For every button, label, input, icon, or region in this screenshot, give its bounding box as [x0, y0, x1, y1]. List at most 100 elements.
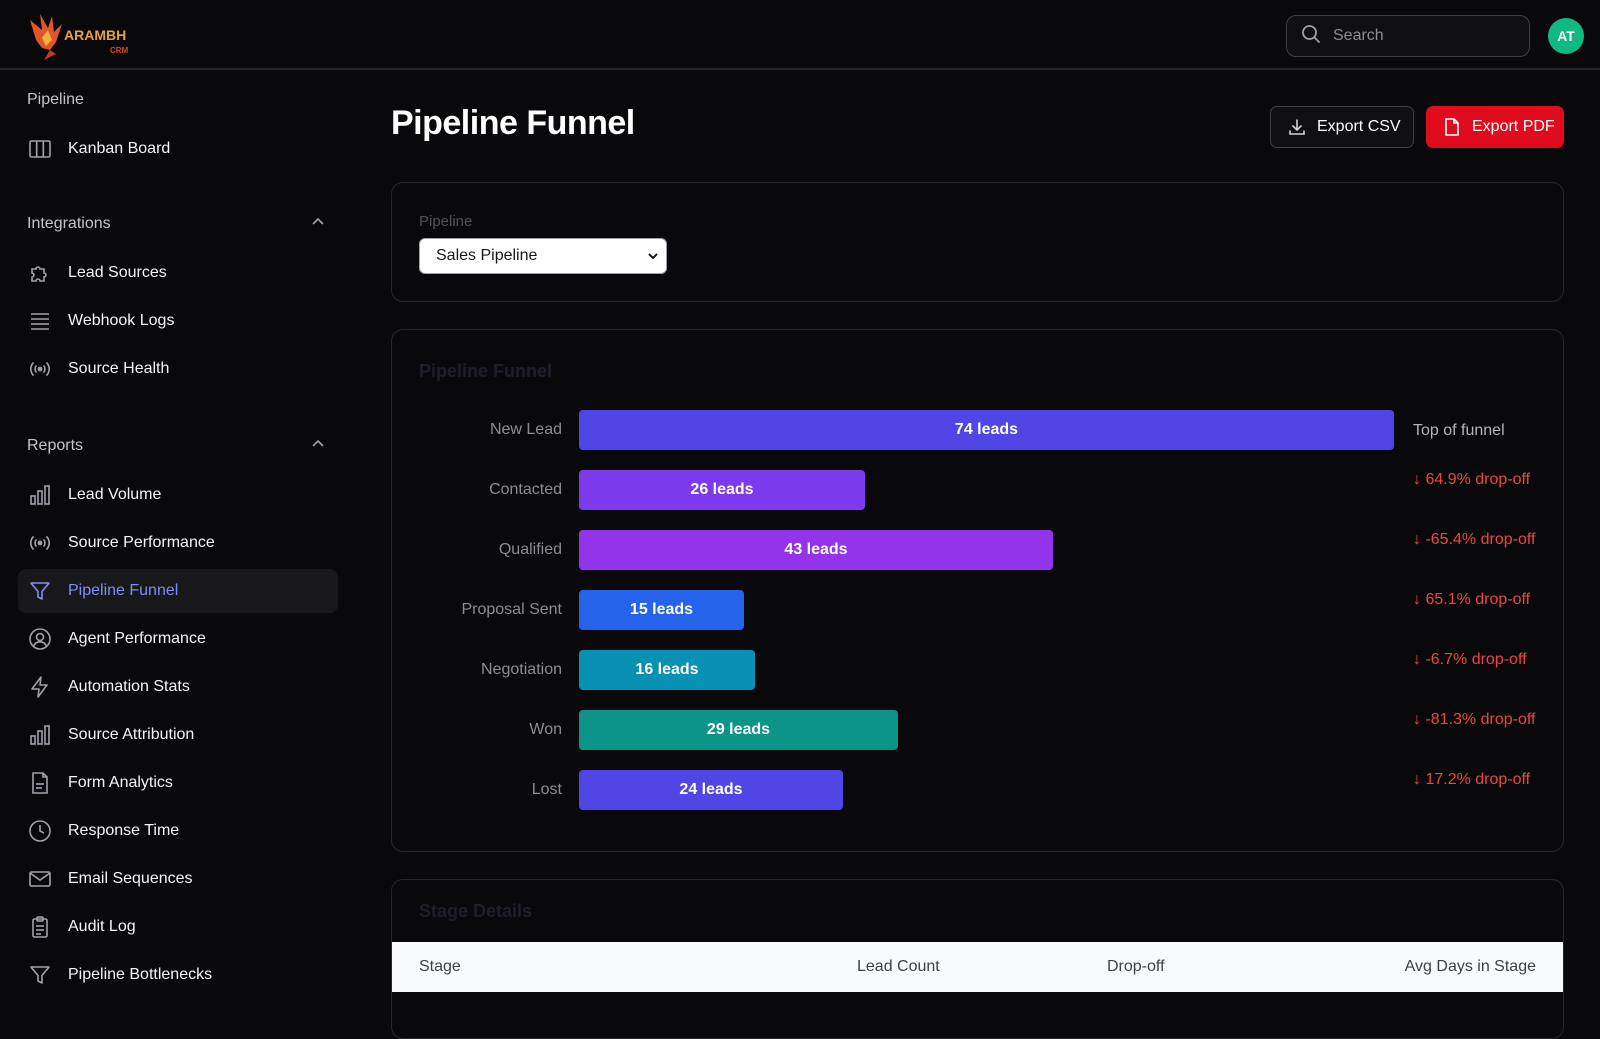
sidebar-item-response-time[interactable]: Response Time: [18, 809, 338, 853]
group-title-pipeline: Pipeline: [27, 91, 84, 108]
bar-value-label: 43 leads: [784, 541, 848, 558]
sidebar-item-label: Lead Volume: [68, 486, 162, 503]
stage-label: Proposal Sent: [461, 601, 562, 618]
bar-value-label: 24 leads: [679, 781, 743, 798]
search-icon: [1301, 24, 1321, 49]
file-icon: [1442, 117, 1462, 137]
user-avatar[interactable]: AT: [1548, 18, 1584, 54]
sidebar-item-label: Source Health: [68, 360, 170, 377]
radio-signal-icon: [28, 531, 52, 555]
column-header-drop-off[interactable]: Drop-off: [1107, 958, 1165, 976]
list-icon: [28, 309, 52, 333]
sidebar-item-label: Email Sequences: [68, 870, 193, 887]
pipeline-select[interactable]: Sales Pipeline: [419, 238, 667, 274]
sidebar-item-label: Pipeline Funnel: [68, 582, 179, 599]
search-input[interactable]: [1331, 26, 1515, 46]
funnel-bar[interactable]: 26 leads: [579, 470, 865, 510]
funnel-card-title: Pipeline Funnel: [419, 361, 553, 381]
column-header-stage[interactable]: Stage: [419, 958, 461, 976]
chevron-up-icon[interactable]: [310, 436, 326, 457]
document-icon: [28, 771, 52, 795]
funnel-bar[interactable]: 74 leads: [579, 410, 1394, 450]
stage-details-title: Stage Details: [419, 901, 533, 921]
stage-label: Qualified: [498, 541, 562, 558]
sidebar-item-automation-stats[interactable]: Automation Stats: [18, 665, 338, 709]
sidebar-item-agent-performance[interactable]: Agent Performance: [18, 617, 338, 661]
top-bar: ARAMBH CRM AT: [0, 0, 1600, 70]
stage-label: Negotiation: [481, 661, 562, 678]
export-pdf-button[interactable]: Export PDF: [1426, 106, 1564, 148]
table-header: Stage Lead Count Drop-off Avg Days in St…: [392, 942, 1563, 992]
sidebar-item-pipeline-funnel[interactable]: Pipeline Funnel: [18, 569, 338, 613]
sidebar-item-source-performance[interactable]: Source Performance: [18, 521, 338, 565]
sidebar-item-label: Automation Stats: [68, 678, 190, 695]
chevron-up-icon[interactable]: [310, 214, 326, 235]
brand-logo[interactable]: ARAMBH CRM: [28, 10, 140, 64]
sidebar-item-label: Kanban Board: [68, 140, 171, 157]
sidebar-item-label: Form Analytics: [68, 774, 173, 791]
sidebar-item-webhook-logs[interactable]: Webhook Logs: [18, 299, 338, 343]
svg-text:CRM: CRM: [110, 46, 129, 55]
group-title-integrations: Integrations: [27, 215, 111, 232]
user-circle-icon: [28, 627, 52, 651]
bar-value-label: 26 leads: [690, 481, 754, 498]
radio-signal-icon: [28, 357, 52, 381]
stage-label: Lost: [531, 781, 562, 798]
column-header-lead-count[interactable]: Lead Count: [857, 958, 940, 976]
drop-off-label: ↓ 65.1% drop-off: [1413, 591, 1531, 608]
sidebar-item-form-analytics[interactable]: Form Analytics: [18, 761, 338, 805]
bar-value-label: 16 leads: [635, 661, 699, 678]
sidebar-item-label: Agent Performance: [68, 630, 206, 647]
sidebar-item-pipeline-bottlenecks[interactable]: Pipeline Bottlenecks: [18, 953, 338, 997]
bar-chart-icon: [28, 723, 52, 747]
phoenix-logo-icon: ARAMBH CRM: [30, 14, 129, 60]
funnel-icon: [28, 963, 52, 987]
sidebar-item-label: Response Time: [68, 822, 180, 839]
funnel-bar[interactable]: 43 leads: [579, 530, 1053, 570]
group-title-reports: Reports: [27, 437, 84, 454]
sidebar-item-lead-volume[interactable]: Lead Volume: [18, 473, 338, 517]
sidebar-item-source-attribution[interactable]: Source Attribution: [18, 713, 338, 757]
export-csv-label: Export CSV: [1317, 118, 1401, 135]
download-icon: [1287, 117, 1307, 137]
funnel-bar[interactable]: 16 leads: [579, 650, 755, 690]
top-of-funnel-label: Top of funnel: [1413, 422, 1505, 439]
stage-label: New Lead: [489, 421, 562, 438]
bar-value-label: 29 leads: [706, 721, 771, 738]
sidebar-item-label: Source Performance: [68, 534, 215, 551]
svg-text:ARAMBH: ARAMBH: [64, 27, 126, 43]
sidebar-item-source-health[interactable]: Source Health: [18, 347, 338, 391]
funnel-card: Pipeline Funnel New Lead 74 leads Top of f…: [391, 329, 1564, 852]
bar-value-label: 74 leads: [954, 421, 1019, 438]
drop-off-label: ↓ -6.7% drop-off: [1413, 651, 1527, 668]
page-title: Pipeline Funnel: [391, 104, 635, 142]
puzzle-icon: [28, 261, 52, 285]
funnel-icon: [28, 579, 52, 603]
sidebar-item-label: Pipeline Bottlenecks: [68, 966, 213, 983]
stage-details-card: Stage Details Stage Lead Count Drop-off …: [391, 879, 1564, 1039]
funnel-bar[interactable]: 24 leads: [579, 770, 843, 810]
bar-chart-icon: [28, 483, 52, 507]
sidebar-item-kanban-board[interactable]: Kanban Board: [18, 127, 338, 171]
clock-icon: [28, 819, 52, 843]
sidebar-item-audit-log[interactable]: Audit Log: [18, 905, 338, 949]
export-pdf-label: Export PDF: [1472, 118, 1555, 135]
pipeline-filter-label: Pipeline: [419, 213, 473, 230]
sidebar-item-label: Webhook Logs: [68, 312, 175, 329]
sidebar: Pipeline Kanban Board Integrations Lead …: [0, 70, 352, 1000]
sidebar-item-lead-sources[interactable]: Lead Sources: [18, 251, 338, 295]
stage-label: Won: [529, 721, 562, 738]
drop-off-label: ↓ 64.9% drop-off: [1413, 471, 1531, 488]
sidebar-item-label: Source Attribution: [68, 726, 195, 743]
funnel-bar[interactable]: 15 leads: [579, 590, 744, 630]
pipeline-select-value: Sales Pipeline: [436, 247, 538, 264]
chevron-down-icon: [646, 249, 660, 268]
search-box[interactable]: [1286, 15, 1530, 57]
sidebar-item-email-sequences[interactable]: Email Sequences: [18, 857, 338, 901]
clipboard-icon: [28, 915, 52, 939]
column-header-avg-days[interactable]: Avg Days in Stage: [1405, 958, 1536, 976]
export-csv-button[interactable]: Export CSV: [1270, 106, 1414, 148]
drop-off-label: ↓ -81.3% drop-off: [1413, 711, 1536, 728]
drop-off-label: ↓ 17.2% drop-off: [1413, 771, 1531, 788]
funnel-bar[interactable]: 29 leads: [579, 710, 898, 750]
